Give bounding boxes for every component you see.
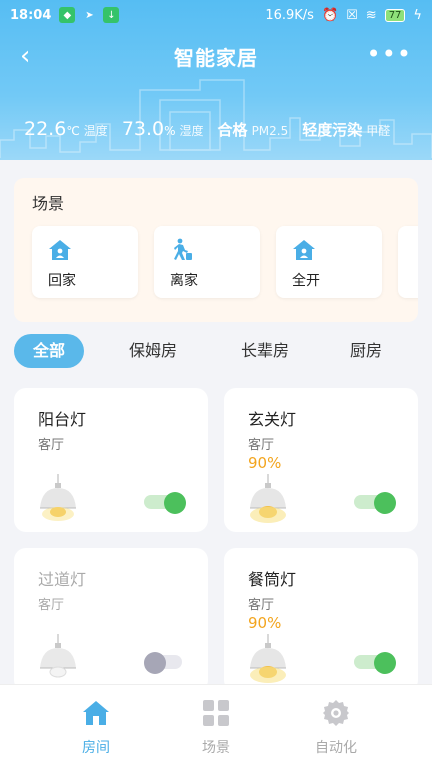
gear-icon <box>323 700 349 726</box>
scene-title: 场景 <box>32 194 65 213</box>
alarm-off-icon: ⏰ <box>321 7 339 23</box>
temperature-label: 温度 <box>83 124 108 138</box>
device-room: 客厅 <box>38 598 65 613</box>
home-icon <box>293 240 315 260</box>
status-bar: 18:04 ◆ ➤ ↓ 16.9K/s ⏰ ☒ ≋ 77 ϟ <box>0 0 432 30</box>
device-card-balcony-light[interactable]: 阳台灯 客厅 <box>14 388 208 532</box>
temperature-unit: ℃ <box>66 124 80 138</box>
device-card-entrance-light[interactable]: 玄关灯 客厅 90% <box>224 388 418 532</box>
more-options-icon[interactable]: ••• <box>367 42 412 66</box>
nav-rooms[interactable]: 房间 <box>36 685 156 768</box>
sim-icon: ☒ <box>346 7 358 23</box>
network-speed: 16.9K/s <box>265 7 314 23</box>
scene-item-all-on[interactable]: 全开 <box>276 226 382 298</box>
pm25-label: PM2.5 <box>251 124 289 138</box>
charging-icon: ϟ <box>413 7 422 23</box>
scene-item-partial[interactable] <box>398 226 418 298</box>
send-icon: ➤ <box>85 9 94 21</box>
notification-app-icon: ◆ <box>59 7 76 23</box>
device-room: 客厅 <box>248 598 275 613</box>
humidity-unit: % <box>164 124 176 138</box>
device-room: 客厅 <box>38 438 65 453</box>
scene-item-go-home[interactable]: 回家 <box>32 226 138 298</box>
formaldehyde-status: 轻度污染 <box>302 121 363 139</box>
nav-automation[interactable]: 自动化 <box>276 685 396 768</box>
battery-icon: 77 <box>384 8 406 22</box>
nav-label: 房间 <box>82 740 110 756</box>
wifi-icon: ≋ <box>365 7 377 23</box>
device-name: 玄关灯 <box>248 410 297 429</box>
pendant-lamp-icon <box>250 634 286 683</box>
power-toggle[interactable] <box>354 652 396 674</box>
power-toggle[interactable] <box>144 652 184 674</box>
tab-kitchen[interactable]: 厨房 <box>336 334 396 368</box>
home-icon <box>49 240 71 260</box>
environment-readouts: 22.6 ℃ 温度 73.0 % 湿度 合格 PM2.5 轻度污染 甲醛 <box>24 118 422 140</box>
device-card-dining-downlight[interactable]: 餐筒灯 客厅 90% <box>224 548 418 692</box>
scene-panel: 场景 回家 离家 全开 <box>14 178 418 322</box>
device-name: 过道灯 <box>38 570 87 589</box>
download-icon: ↓ <box>103 7 120 23</box>
scene-label: 全开 <box>292 273 320 289</box>
pm25-status: 合格 <box>217 121 248 139</box>
pendant-lamp-icon <box>250 474 286 523</box>
power-toggle[interactable] <box>354 492 396 514</box>
device-name: 阳台灯 <box>38 410 87 429</box>
pendant-lamp-icon <box>40 474 76 521</box>
nav-label: 自动化 <box>315 740 357 756</box>
nav-label: 场景 <box>202 740 230 756</box>
status-time: 18:04 <box>10 7 52 23</box>
humidity-value: 73.0 <box>121 118 165 140</box>
brightness-value: 90% <box>248 454 282 472</box>
bottom-navigation: 房间 场景 自动化 <box>0 684 432 768</box>
scene-label: 离家 <box>170 273 198 289</box>
device-name: 餐筒灯 <box>248 570 297 589</box>
humidity-label: 湿度 <box>179 124 204 138</box>
tab-nanny-room[interactable]: 保姆房 <box>118 334 188 368</box>
pendant-lamp-icon <box>40 634 76 678</box>
title-bar: ‹ 智能家居 ••• <box>0 38 432 74</box>
walking-person-icon <box>174 238 192 260</box>
city-skyline-illustration <box>0 79 432 158</box>
room-tabs: 全部 保姆房 长辈房 厨房 <box>14 334 418 368</box>
tab-all[interactable]: 全部 <box>14 334 84 368</box>
grid-icon <box>203 700 229 726</box>
brightness-value: 90% <box>248 614 282 632</box>
scene-label: 回家 <box>48 273 76 289</box>
temperature-value: 22.6 <box>24 118 67 140</box>
device-card-hallway-light[interactable]: 过道灯 客厅 <box>14 548 208 692</box>
house-icon <box>83 701 109 725</box>
power-toggle[interactable] <box>144 492 186 514</box>
formaldehyde-label: 甲醛 <box>366 124 391 138</box>
tab-elder-room[interactable]: 长辈房 <box>230 334 300 368</box>
scene-item-leave-home[interactable]: 离家 <box>154 226 260 298</box>
nav-scenes[interactable]: 场景 <box>156 685 276 768</box>
back-icon[interactable]: ‹ <box>20 43 46 70</box>
device-room: 客厅 <box>248 438 275 453</box>
